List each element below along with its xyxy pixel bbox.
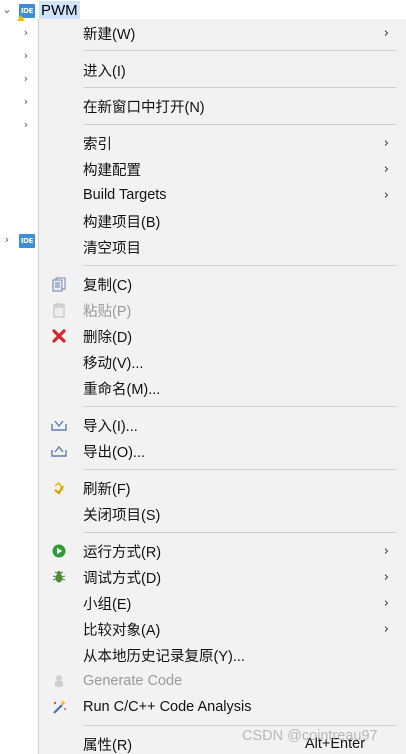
submenu-arrow-icon: › [383,25,389,41]
menu-separator [83,532,397,533]
menu-item-new[interactable]: 新建(W) › [39,20,406,46]
menu-item-label: 重命名(M)... [83,381,161,398]
menu-item-run-as[interactable]: 运行方式(R) › [39,538,406,564]
run-icon [51,543,67,559]
menu-item-label: 导入(I)... [83,418,138,435]
generate-code-icon [51,673,67,689]
menu-item-compare-with[interactable]: 比较对象(A) › [39,616,406,642]
menu-item-label: 新建(W) [83,26,136,43]
menu-item-build-targets[interactable]: Build Targets › [39,182,406,208]
submenu-arrow-icon: › [383,621,389,637]
menu-item-team[interactable]: 小组(E) › [39,590,406,616]
bug-icon [51,569,67,585]
menu-separator [83,87,397,88]
copy-icon [51,276,67,292]
menu-item-label: 运行方式(R) [83,544,162,561]
import-icon [51,417,67,433]
export-icon [51,443,67,459]
menu-item-open-new-window[interactable]: 在新窗口中打开(N) [39,93,406,119]
menu-separator [83,50,397,51]
chevron-right-icon[interactable]: › [19,49,33,62]
chevron-right-icon[interactable]: › [19,72,33,85]
menu-item-restore-local-history[interactable]: 从本地历史记录复原(Y)... [39,642,406,668]
menu-item-debug-as[interactable]: 调试方式(D) › [39,564,406,590]
menu-item-code-analysis[interactable]: Run C/C++ Code Analysis [39,694,406,720]
paste-icon [51,302,67,318]
menu-item-label: 复制(C) [83,277,133,294]
submenu-arrow-icon: › [383,135,389,151]
submenu-arrow-icon: › [383,161,389,177]
menu-item-label: 在新窗口中打开(N) [83,99,205,116]
menu-item-label: 索引 [83,136,112,153]
menu-item-label: 清空项目 [83,240,141,257]
menu-item-label: 删除(D) [83,329,133,346]
menu-item-label: 从本地历史记录复原(Y)... [83,648,245,665]
menu-item-label: 导出(O)... [83,444,146,461]
delete-x-icon [51,328,67,344]
submenu-arrow-icon: › [383,595,389,611]
menu-item-label: 比较对象(A) [83,622,161,639]
menu-item-close-project[interactable]: 关闭项目(S) [39,501,406,527]
refresh-icon [51,480,67,496]
menu-separator [83,406,397,407]
menu-item-label: 关闭项目(S) [83,507,161,524]
ide-badge-text: IDE [20,7,34,15]
menu-separator [83,265,397,266]
menu-separator [83,725,397,726]
ide-project-icon: IDE [19,234,35,248]
magic-wand-icon [51,699,67,715]
menu-item-label: 调试方式(D) [83,570,162,587]
menu-separator [83,124,397,125]
menu-item-rename[interactable]: 重命名(M)... [39,375,406,401]
chevron-right-icon[interactable]: › [0,233,14,246]
menu-item-generate-code: Generate Code [39,668,406,694]
menu-item-clean-project[interactable]: 清空项目 [39,234,406,260]
menu-item-copy[interactable]: 复制(C) [39,271,406,297]
menu-separator [83,469,397,470]
menu-item-refresh[interactable]: 刷新(F) [39,475,406,501]
ide-project-icon: IDE [17,4,35,21]
chevron-right-icon[interactable]: › [19,26,33,39]
menu-item-label: 进入(I) [83,63,126,80]
menu-item-label: 构建项目(B) [83,214,161,231]
menu-item-label: 属性(R) [83,737,133,754]
menu-item-import[interactable]: 导入(I)... [39,412,406,438]
submenu-arrow-icon: › [383,543,389,559]
menu-item-label: 粘贴(P) [83,303,132,320]
menu-item-label: 小组(E) [83,596,132,613]
chevron-right-icon[interactable]: › [19,95,33,108]
menu-item-delete[interactable]: 删除(D) [39,323,406,349]
chevron-down-icon[interactable]: ⌄ [0,3,14,16]
submenu-arrow-icon: › [383,187,389,203]
warning-overlay-icon [17,15,25,21]
menu-item-go-into[interactable]: 进入(I) [39,57,406,83]
chevron-right-icon[interactable]: › [19,118,33,131]
context-menu: 新建(W) › 进入(I) 在新窗口中打开(N) 索引 › 构建配置 › Bui… [38,19,406,754]
menu-item-label: 移动(V)... [83,355,144,372]
menu-item-label: 构建配置 [83,162,141,179]
watermark: CSDN @cointreau97 [242,728,378,744]
project-tree: ⌄ IDE PWM › › › › › › IDE [0,0,80,754]
ide-badge-text: IDE [20,237,34,245]
menu-item-build-configurations[interactable]: 构建配置 › [39,156,406,182]
menu-item-label: Build Targets [83,187,167,203]
menu-item-label: 刷新(F) [83,481,131,498]
menu-item-label: Run C/C++ Code Analysis [83,699,252,715]
menu-item-paste: 粘贴(P) [39,297,406,323]
menu-item-build-project[interactable]: 构建项目(B) [39,208,406,234]
menu-item-index[interactable]: 索引 › [39,130,406,156]
menu-item-move[interactable]: 移动(V)... [39,349,406,375]
menu-item-label: Generate Code [83,673,183,689]
menu-item-export[interactable]: 导出(O)... [39,438,406,464]
submenu-arrow-icon: › [383,569,389,585]
project-root-label[interactable]: PWM [39,1,80,21]
